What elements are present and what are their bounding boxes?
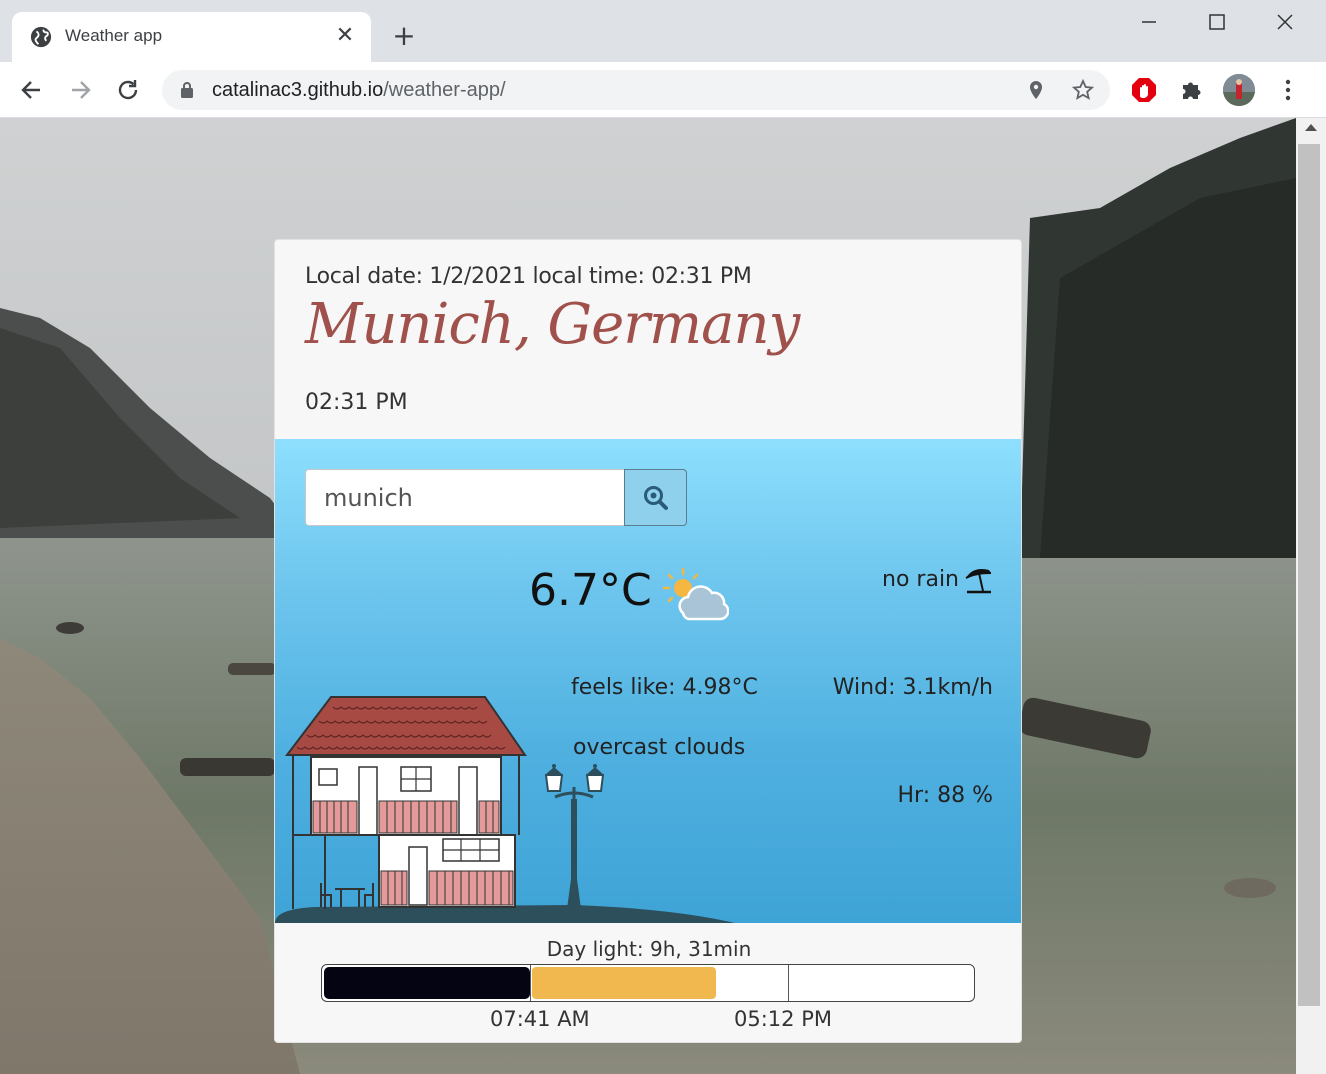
maximize-icon[interactable] (1194, 8, 1240, 36)
house-illustration (275, 696, 735, 923)
browser-tab[interactable]: Weather app ✕ (12, 12, 371, 62)
daylight-progress (532, 967, 716, 999)
sunrise-divider (530, 965, 531, 1001)
bookmark-star-icon[interactable] (1072, 79, 1094, 101)
reload-icon[interactable] (114, 76, 142, 104)
minimize-icon[interactable] (1126, 8, 1172, 36)
sunrise-time: 07:41 AM (490, 1007, 590, 1031)
daylight-bar (321, 964, 975, 1002)
profile-avatar[interactable] (1223, 74, 1255, 106)
extensions-puzzle-icon[interactable] (1177, 76, 1205, 104)
weather-card: Local date: 1/2/2021 local time: 02:31 P… (274, 239, 1022, 1043)
city-title: Munich, Germany (305, 292, 800, 357)
current-time: 02:31 PM (305, 390, 408, 415)
url-host: catalinac3.github.io (212, 79, 384, 101)
back-arrow-icon[interactable] (18, 76, 46, 104)
globe-icon (30, 26, 52, 48)
close-tab-icon[interactable]: ✕ (333, 24, 357, 48)
adblock-icon[interactable] (1130, 76, 1158, 104)
close-window-icon[interactable] (1262, 8, 1308, 36)
url-text: catalinac3.github.io/weather-app/ (212, 79, 506, 102)
browser-tab-bar: Weather app ✕ + (0, 0, 1326, 62)
address-bar[interactable]: catalinac3.github.io/weather-app/ (162, 70, 1110, 110)
sunset-divider (788, 965, 789, 1001)
page-scrollbar[interactable] (1296, 118, 1326, 1074)
local-datetime: Local date: 1/2/2021 local time: 02:31 P… (305, 264, 752, 289)
tab-title: Weather app (65, 26, 163, 45)
night-segment (324, 967, 530, 999)
browser-toolbar: catalinac3.github.io/weather-app/ (0, 62, 1326, 118)
weather-panel: 6.7°C no rain feels like: 4.98° (275, 439, 1021, 923)
scroll-up-arrow-icon[interactable] (1305, 124, 1317, 131)
menu-kebab-icon[interactable] (1274, 76, 1302, 104)
avatar-image (1223, 74, 1255, 106)
scrollbar-thumb[interactable] (1298, 144, 1320, 1006)
location-pin-icon[interactable] (1026, 80, 1046, 100)
daylight-label: Day light: 9h, 31min (546, 937, 752, 961)
forward-arrow-icon[interactable] (66, 76, 94, 104)
sunset-time: 05:12 PM (734, 1007, 832, 1031)
street-lamp (544, 764, 605, 909)
lock-icon (181, 82, 193, 98)
new-tab-button[interactable]: + (390, 22, 418, 50)
page-viewport: Local date: 1/2/2021 local time: 02:31 P… (0, 118, 1296, 1074)
url-path: /weather-app/ (383, 79, 506, 101)
